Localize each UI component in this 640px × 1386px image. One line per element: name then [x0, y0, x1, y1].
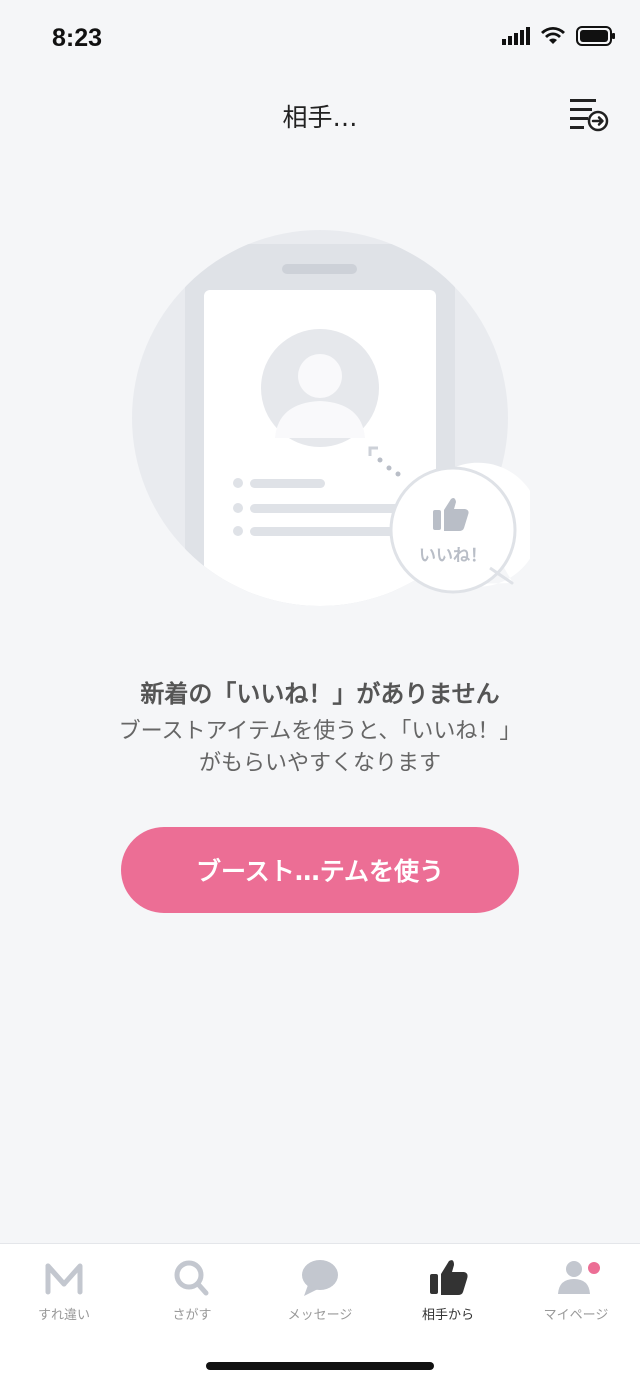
tab-label: さがす [172, 1308, 212, 1323]
thumbs-up-icon [430, 1260, 468, 1295]
cellular-signal-icon [502, 27, 530, 45]
tab-messages[interactable]: メッセージ [256, 1244, 384, 1344]
battery-icon [576, 26, 615, 46]
tab-label: 相手から [421, 1308, 474, 1323]
status-time: 8:23 [52, 24, 103, 52]
tab-passing[interactable]: すれ違い [0, 1244, 128, 1344]
home-indicator [206, 1362, 434, 1370]
empty-state-description: ブーストアイテムを使うと、「いいね！」 がもらいやすくなります [60, 716, 580, 780]
description-line-1: ブーストアイテムを使うと、「いいね！」 [118, 719, 522, 744]
page-title: 相手… [282, 103, 358, 132]
chat-bubble-icon [302, 1260, 338, 1296]
tab-label: すれ違い [37, 1308, 90, 1323]
description-line-2: がもらいやすくなります [198, 751, 441, 776]
status-bar: 8:23 [0, 0, 640, 80]
status-icons [502, 26, 616, 46]
tab-likes-received[interactable]: 相手から [384, 1244, 512, 1344]
wifi-icon [541, 27, 565, 44]
use-boost-item-button[interactable]: ブースト…テムを使う [121, 827, 519, 913]
search-icon [174, 1260, 209, 1296]
bubble-label: いいね！ [419, 546, 487, 566]
tab-search[interactable]: さがす [128, 1244, 256, 1344]
person-icon [558, 1261, 600, 1294]
tab-label: マイページ [543, 1308, 609, 1323]
crossing-icon [45, 1263, 83, 1295]
notification-dot [588, 1262, 600, 1274]
tab-label: メッセージ [287, 1308, 353, 1323]
empty-state-title: 新着の「いいね！」がありません [140, 680, 500, 708]
tab-my-page[interactable]: マイページ [512, 1244, 640, 1344]
header: 相手… [0, 80, 640, 148]
empty-state-illustration: いいね！ [130, 228, 541, 608]
filter-button[interactable] [568, 94, 610, 134]
filter-list-icon [570, 99, 609, 132]
